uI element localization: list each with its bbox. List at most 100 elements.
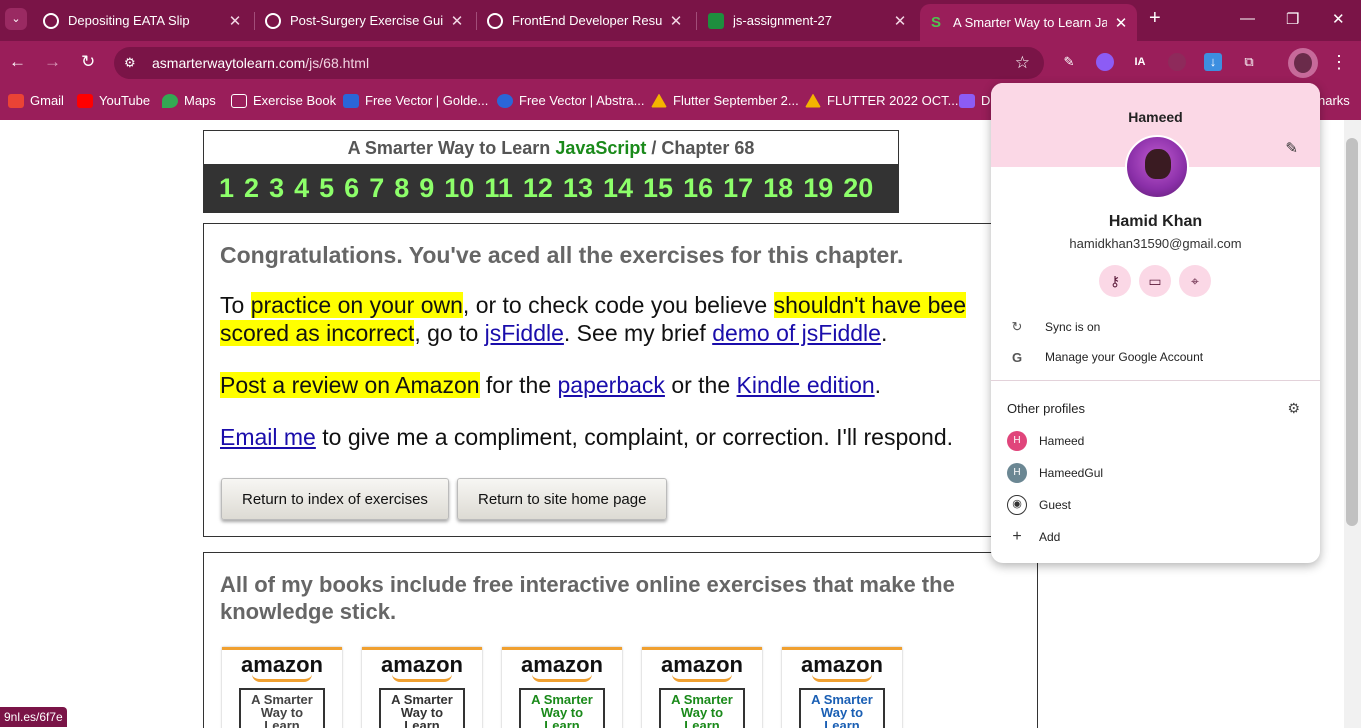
manage-google-account-row[interactable]: G Manage your Google Account: [991, 342, 1320, 372]
freepik-icon: [343, 93, 359, 108]
tab-title: A Smarter Way to Learn Java: [953, 15, 1107, 30]
close-icon[interactable]: ✕: [1113, 14, 1129, 32]
exercise-link-19[interactable]: 19: [798, 173, 838, 204]
paperback-link[interactable]: paperback: [558, 372, 665, 398]
close-icon[interactable]: ✕: [892, 12, 908, 30]
site-info-icon[interactable]: ⚙: [124, 55, 136, 71]
exercise-link-3[interactable]: 3: [264, 173, 289, 204]
book-cover: A Smarter Way to Learn: [519, 688, 605, 728]
bookmark-star-icon[interactable]: ☆: [1015, 53, 1030, 73]
edit-pencil-icon[interactable]: ✎: [1285, 139, 1298, 157]
payment-card-icon[interactable]: ▭: [1139, 265, 1171, 297]
books-heading-line1: All of my books include free interactive…: [220, 572, 955, 597]
download-extension-icon[interactable]: ↓: [1204, 53, 1222, 71]
close-icon[interactable]: ✕: [668, 12, 684, 30]
exercise-link-16[interactable]: 16: [678, 173, 718, 204]
exercise-link-7[interactable]: 7: [364, 173, 389, 204]
exercise-link-12[interactable]: 12: [518, 173, 558, 204]
exercise-link-8[interactable]: 8: [389, 173, 414, 204]
book-card-1[interactable]: amazon A Smarter Way to Learn: [222, 647, 342, 728]
new-tab-button[interactable]: +: [1149, 7, 1161, 30]
chapter-title-highlight: JavaScript: [555, 138, 647, 158]
exercise-link-9[interactable]: 9: [414, 173, 439, 204]
text: or the: [664, 372, 737, 398]
exercise-link-15[interactable]: 15: [638, 173, 678, 204]
tab-divider: [254, 12, 255, 30]
jsfiddle-demo-link[interactable]: demo of jsFiddle: [712, 320, 881, 346]
exercise-link-17[interactable]: 17: [718, 173, 758, 204]
tab-divider: [476, 12, 477, 30]
all-bookmarks[interactable]: narks: [1318, 93, 1350, 108]
bookmark-flutter-september[interactable]: Flutter September 2...: [651, 93, 799, 108]
passwords-key-icon[interactable]: ⚷: [1099, 265, 1131, 297]
tab-a-smarter-way-to-learn[interactable]: S A Smarter Way to Learn Java ✕: [920, 4, 1137, 41]
close-icon[interactable]: ✕: [449, 12, 465, 30]
maps-icon: [162, 93, 178, 108]
back-arrow-icon[interactable]: ←: [9, 52, 26, 72]
minimize-button[interactable]: —: [1240, 10, 1255, 27]
page-scrollbar[interactable]: [1344, 120, 1361, 728]
kebab-menu-icon[interactable]: ⋮: [1330, 53, 1348, 71]
exercise-link-14[interactable]: 14: [598, 173, 638, 204]
return-to-home-button[interactable]: Return to site home page: [457, 478, 668, 520]
book-card-2[interactable]: amazon A Smarter Way to Learn: [362, 647, 482, 728]
bookmark-maps[interactable]: Maps: [162, 93, 216, 108]
exercise-link-20[interactable]: 20: [838, 173, 878, 204]
chapter-title: A Smarter Way to Learn JavaScript / Chap…: [204, 131, 898, 164]
bookmark-d[interactable]: D: [959, 93, 990, 108]
return-to-index-button[interactable]: Return to index of exercises: [221, 478, 449, 520]
bookmark-youtube[interactable]: YouTube: [77, 93, 150, 108]
bookmark-gmail[interactable]: Gmail: [8, 93, 64, 108]
exercise-link-4[interactable]: 4: [289, 173, 314, 204]
ia-extension-icon[interactable]: IA: [1131, 53, 1149, 71]
tab-depositing-eata-slip[interactable]: Depositing EATA Slip ✕: [43, 6, 243, 35]
exercise-link-13[interactable]: 13: [558, 173, 598, 204]
extensions-puzzle-icon[interactable]: ⧉: [1240, 53, 1258, 71]
kindle-edition-link[interactable]: Kindle edition: [737, 372, 875, 398]
profile-row-add[interactable]: + Add: [1007, 526, 1060, 548]
profile-row-hameed[interactable]: H Hameed: [1007, 430, 1084, 452]
address-bar[interactable]: ⚙ asmarterwaytolearn.com/js/68.html ☆: [114, 47, 1044, 79]
purple-extension-icon[interactable]: [1096, 53, 1114, 71]
exercise-link-1[interactable]: 1: [214, 173, 239, 204]
tab-js-assignment-27[interactable]: js-assignment-27 ✕: [708, 6, 908, 35]
bookmark-free-vector-abstract[interactable]: Free Vector | Abstra...: [497, 93, 645, 108]
book-card-4[interactable]: amazon A Smarter Way to Learn: [642, 647, 762, 728]
tab-post-surgery-exercise-guide[interactable]: Post-Surgery Exercise Guide ✕: [265, 6, 465, 35]
exercise-link-11[interactable]: 11: [479, 173, 518, 204]
jsfiddle-link[interactable]: jsFiddle: [485, 320, 564, 346]
tab-search-button[interactable]: ⌄: [5, 8, 27, 30]
tab-frontend-developer-resume[interactable]: FrontEnd Developer Resume ✕: [487, 6, 684, 35]
close-window-button[interactable]: ✕: [1332, 10, 1345, 28]
tab-divider: [696, 12, 697, 30]
bookmark-flutter-2022-oct[interactable]: FLUTTER 2022 OCT...: [805, 93, 958, 108]
scrollbar-thumb[interactable]: [1346, 138, 1358, 526]
forward-arrow-icon[interactable]: →: [44, 52, 61, 72]
addresses-pin-icon[interactable]: ⌖: [1179, 265, 1211, 297]
profile-row-guest[interactable]: ◉ Guest: [1007, 494, 1071, 516]
book-card-5[interactable]: amazon A Smarter Way to Learn: [782, 647, 902, 728]
exercise-link-10[interactable]: 10: [439, 173, 479, 204]
text: for the: [479, 372, 558, 398]
exercise-link-2[interactable]: 2: [239, 173, 264, 204]
dark-extension-icon[interactable]: [1168, 53, 1186, 71]
exercise-link-18[interactable]: 18: [758, 173, 798, 204]
bookmark-free-vector-golden[interactable]: Free Vector | Golde...: [343, 93, 488, 108]
email-me-link[interactable]: Email me: [220, 424, 316, 450]
profile-row-hameedgul[interactable]: H HameedGul: [1007, 462, 1103, 484]
restore-button[interactable]: ❐: [1286, 10, 1299, 28]
reload-icon[interactable]: ↻: [81, 52, 95, 72]
bookmark-exercise-book[interactable]: Exercise Book: [231, 93, 336, 108]
tab-title: Post-Surgery Exercise Guide: [290, 13, 443, 28]
sync-status-row[interactable]: ↻ Sync is on: [991, 312, 1320, 342]
chapter-title-suffix: / Chapter 68: [646, 138, 755, 158]
profile-picture: [1125, 135, 1189, 199]
exercise-link-6[interactable]: 6: [339, 173, 364, 204]
manage-profiles-gear-icon[interactable]: ⚙: [1287, 400, 1300, 417]
book-card-3[interactable]: amazon A Smarter Way to Learn: [502, 647, 622, 728]
exercise-link-5[interactable]: 5: [314, 173, 339, 204]
close-icon[interactable]: ✕: [227, 12, 243, 30]
eyedropper-extension-icon[interactable]: ✎: [1060, 53, 1078, 71]
books-heading-line2: knowledge stick.: [220, 599, 397, 624]
profile-avatar-button[interactable]: [1288, 48, 1318, 78]
